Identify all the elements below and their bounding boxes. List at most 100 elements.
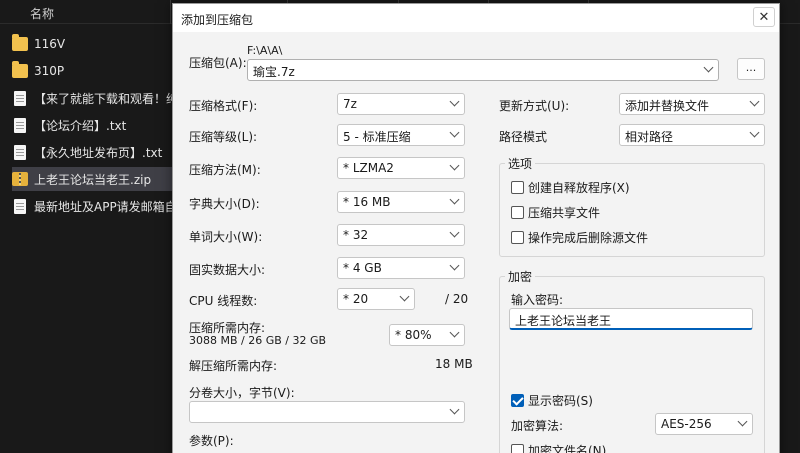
level-value: 5 - 标准压缩	[343, 130, 411, 144]
archive-name-value: 瑜宝.7z	[253, 65, 295, 79]
threads-combo[interactable]: * 20	[337, 288, 415, 310]
checkbox-box[interactable]	[511, 394, 524, 407]
file-name: 116V	[34, 37, 66, 51]
level-label: 压缩等级(L):	[189, 130, 258, 144]
dict-size-combo[interactable]: * 16 MB	[337, 191, 465, 213]
memory-percent-value: * 80%	[395, 328, 432, 342]
threads-label: CPU 线程数:	[189, 294, 258, 308]
path-mode-label: 路径模式	[499, 130, 548, 144]
encrypt-filenames-label: 加密文件名(N)	[528, 444, 607, 453]
chevron-down-icon	[703, 62, 714, 73]
chevron-down-icon	[449, 327, 460, 338]
chevron-down-icon	[449, 404, 460, 415]
chevron-down-icon	[449, 194, 460, 205]
document-icon	[14, 90, 26, 106]
file-name: 上老王论坛当老王.zip	[34, 172, 152, 187]
add-to-archive-dialog: 添加到压缩包 ✕ 压缩包(A): F:\A\A\ 瑜宝.7z ... 压缩格式(…	[172, 3, 780, 453]
archive-path: F:\A\A\	[247, 44, 283, 57]
chevron-down-icon	[749, 127, 760, 138]
dialog-titlebar[interactable]: 添加到压缩包 ✕	[173, 4, 779, 32]
sfx-checkbox-label: 创建自释放程序(X)	[528, 181, 630, 195]
dialog-title: 添加到压缩包	[181, 13, 254, 27]
close-icon: ✕	[758, 9, 770, 25]
document-icon	[14, 144, 26, 160]
column-name-header[interactable]: 名称	[30, 5, 54, 22]
file-list-item[interactable]: 116V	[12, 32, 187, 56]
params-label: 参数(P):	[189, 434, 234, 448]
file-name: 310P	[34, 64, 65, 78]
update-mode-combo[interactable]: 添加并替换文件	[619, 93, 765, 115]
password-value: 上老王论坛当老王	[515, 314, 612, 328]
volume-label: 分卷大小，字节(V):	[189, 386, 295, 400]
folder-icon	[12, 61, 28, 78]
word-size-value: * 32	[343, 228, 369, 242]
show-password-label: 显示密码(S)	[528, 394, 593, 408]
encryption-group-title: 加密	[505, 268, 536, 285]
format-combo[interactable]: 7z	[337, 93, 465, 115]
method-combo[interactable]: * LZMA2	[337, 157, 465, 179]
checkbox-box[interactable]	[511, 444, 524, 453]
chevron-down-icon	[449, 96, 460, 107]
document-icon	[14, 198, 26, 214]
password-label: 输入密码:	[511, 293, 564, 307]
file-list-item[interactable]: 【永久地址发布页】.txt	[12, 140, 187, 164]
encryption-method-combo[interactable]: AES-256	[655, 413, 753, 435]
threads-value: * 20	[343, 292, 369, 306]
zip-archive-icon	[12, 172, 28, 186]
delete-source-checkbox[interactable]: 操作完成后删除源文件	[511, 229, 648, 246]
browse-button[interactable]: ...	[737, 58, 765, 80]
decompress-memory-value: 18 MB	[435, 357, 473, 371]
chevron-down-icon	[737, 416, 748, 427]
dict-size-label: 字典大小(D):	[189, 197, 260, 211]
chevron-down-icon	[449, 160, 460, 171]
encrypt-filenames-checkbox[interactable]: 加密文件名(N)	[511, 442, 606, 453]
method-value: * LZMA2	[343, 161, 394, 175]
password-input[interactable]: 上老王论坛当老王	[509, 308, 753, 330]
checkbox-box[interactable]	[511, 231, 524, 244]
shared-files-checkbox-label: 压缩共享文件	[528, 206, 601, 220]
solid-size-label: 固实数据大小:	[189, 263, 266, 277]
format-label: 压缩格式(F):	[189, 99, 258, 113]
volume-combo[interactable]	[189, 401, 465, 423]
level-combo[interactable]: 5 - 标准压缩	[337, 124, 465, 146]
chevron-down-icon	[449, 227, 460, 238]
chevron-down-icon	[399, 291, 410, 302]
folder-icon	[12, 34, 28, 51]
update-mode-value: 添加并替换文件	[625, 99, 710, 113]
encryption-method-label: 加密算法:	[511, 419, 564, 433]
file-name: 最新地址及APP请发邮箱自动	[34, 199, 187, 214]
chevron-down-icon	[449, 127, 460, 138]
update-mode-label: 更新方式(U):	[499, 99, 570, 113]
file-list-item[interactable]: 【来了就能下载和观看！纯	[12, 86, 187, 110]
file-list-item[interactable]: 上老王论坛当老王.zip	[12, 167, 187, 191]
word-size-combo[interactable]: * 32	[337, 224, 465, 246]
word-size-label: 单词大小(W):	[189, 230, 263, 244]
sfx-checkbox[interactable]: 创建自释放程序(X)	[511, 179, 630, 196]
path-mode-combo[interactable]: 相对路径	[619, 124, 765, 146]
archive-name-combo[interactable]: 瑜宝.7z	[247, 59, 719, 81]
show-password-checkbox[interactable]: 显示密码(S)	[511, 392, 593, 409]
chevron-down-icon	[449, 260, 460, 271]
threads-max: / 20	[445, 292, 469, 306]
file-name: 【论坛介绍】.txt	[34, 118, 127, 133]
shared-files-checkbox[interactable]: 压缩共享文件	[511, 204, 600, 221]
checkbox-box[interactable]	[511, 181, 524, 194]
memory-detail: 3088 MB / 26 GB / 32 GB	[189, 334, 327, 347]
close-button[interactable]: ✕	[753, 7, 775, 27]
dict-size-value: * 16 MB	[343, 195, 391, 209]
format-value: 7z	[343, 97, 357, 111]
solid-size-combo[interactable]: * 4 GB	[337, 257, 465, 279]
memory-percent-combo[interactable]: * 80%	[389, 324, 465, 346]
options-group-title: 选项	[505, 155, 536, 172]
delete-source-checkbox-label: 操作完成后删除源文件	[528, 231, 649, 245]
decompress-memory-label: 解压缩所需内存:	[189, 359, 278, 373]
chevron-down-icon	[749, 96, 760, 107]
checkbox-box[interactable]	[511, 206, 524, 219]
column-separator	[170, 0, 171, 24]
file-name: 【来了就能下载和观看！纯	[34, 91, 179, 106]
path-mode-value: 相对路径	[625, 130, 674, 144]
encryption-method-value: AES-256	[661, 417, 712, 431]
file-list-item[interactable]: 310P	[12, 59, 187, 83]
file-list-item[interactable]: 最新地址及APP请发邮箱自动	[12, 194, 187, 218]
file-list-item[interactable]: 【论坛介绍】.txt	[12, 113, 187, 137]
